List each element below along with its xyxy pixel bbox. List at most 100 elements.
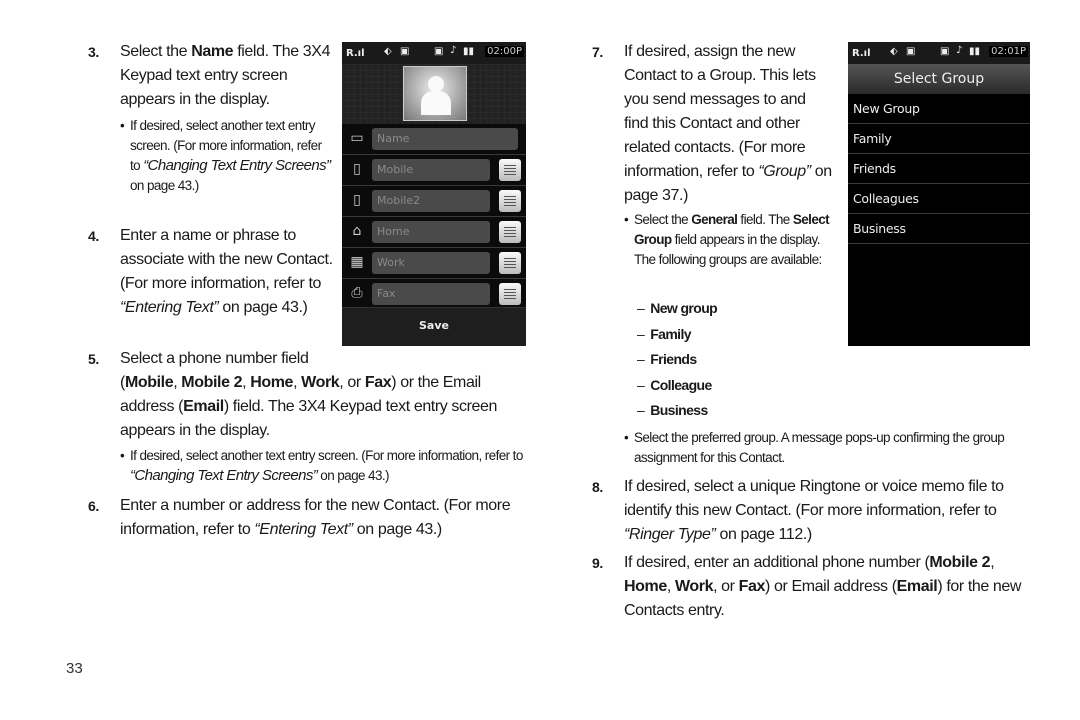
cross-reference-link[interactable]: “Group” [758, 163, 811, 180]
contact-field-input[interactable]: Home [372, 221, 490, 243]
page-number: 33 [66, 660, 83, 677]
field-name: Work [674, 578, 714, 595]
group-menu-item[interactable]: Friends [848, 154, 1030, 184]
group-option: – Family [637, 322, 717, 348]
field-type-menu-button[interactable] [499, 190, 521, 212]
step-number: 3. [88, 44, 99, 60]
field-name: Email [896, 578, 938, 595]
field-name: Home [624, 578, 667, 595]
group-menu: New Group Family Friends Colleagues Business [848, 94, 1030, 244]
step-text: on page 43.) [352, 521, 442, 538]
group-menu-item[interactable]: Colleagues [848, 184, 1030, 214]
field-name: Fax [364, 374, 392, 391]
battery-icon: ▮▮ [969, 46, 981, 57]
bullet-text: on page 43.) [130, 178, 199, 193]
field-type-menu-button[interactable] [499, 159, 521, 181]
status-bar: R.ıl ⬖ ▣ ▣ ♪ ▮▮ 02:01P [848, 42, 1030, 64]
step-number: 9. [592, 555, 603, 571]
field-type-menu-button[interactable] [499, 252, 521, 274]
work-building-icon: ▦ [350, 254, 364, 270]
field-name: Name [191, 43, 234, 60]
step-7: 7. If desired, assign the new Contact to… [592, 40, 832, 208]
group-option-label: Colleague [650, 376, 712, 393]
contact-field-row: ⌂ Home [342, 217, 526, 248]
contact-field-row: ▦ Work [342, 248, 526, 279]
cross-reference-link[interactable]: “Entering Text” [120, 299, 219, 316]
sync-icon: ⬖ [384, 46, 392, 57]
cross-reference-link[interactable]: “Entering Text” [254, 521, 353, 538]
signal-icon: R.ıl [852, 47, 871, 59]
dash-icon: – [637, 402, 645, 418]
step-3: 3. Select the Name field. The 3X4 Keypad… [88, 40, 333, 112]
step-text: on page 43.) [218, 299, 308, 316]
step-text: Select the [120, 43, 192, 60]
contact-field-input[interactable]: Mobile2 [372, 190, 490, 212]
step-text: If desired, assign the new Contact to a … [624, 43, 816, 180]
status-bar: R.ıl ⬖ ▣ ▣ ♪ ▮▮ 02:00P [342, 42, 526, 64]
contact-field-input[interactable]: Name [372, 128, 518, 150]
sync-icon: ⬖ [890, 46, 898, 57]
phone-screenshot-select-group: R.ıl ⬖ ▣ ▣ ♪ ▮▮ 02:01P Select Group New … [848, 42, 1030, 346]
signal-icon: R.ıl [346, 47, 365, 59]
step-text: If desired, enter an additional phone nu… [624, 554, 930, 571]
bullet-icon: • [624, 430, 629, 445]
field-name: General [691, 212, 738, 227]
group-option-label: Family [650, 325, 691, 342]
field-name: Email [183, 398, 224, 415]
field-type-menu-button[interactable] [499, 221, 521, 243]
bullet-text: If desired, select another text entry sc… [130, 448, 523, 463]
field-name: Fax [738, 578, 766, 595]
contact-status-icon: ▣ [434, 46, 444, 57]
bullet-text: Select the preferred group. A message po… [634, 430, 1005, 465]
fax-icon: ⎙ [351, 285, 363, 301]
contact-field-input[interactable]: Mobile [372, 159, 490, 181]
contact-field-input[interactable]: Fax [372, 283, 490, 305]
bullet-icon: • [624, 212, 629, 227]
field-name: Mobile 2 [181, 374, 243, 391]
cross-reference-link[interactable]: “Ringer Type” [624, 526, 716, 543]
field-name: Home [250, 374, 294, 391]
field-type-menu-button[interactable] [499, 283, 521, 305]
group-options-list: – New group – Family – Friends – Colleague – Busi… [637, 296, 718, 424]
music-note-icon: ♪ [450, 45, 457, 56]
bullet-text: field. The [737, 212, 793, 227]
group-menu-item[interactable]: Business [848, 214, 1030, 244]
cross-reference-link[interactable]: “Changing Text Entry Screens” [143, 157, 331, 174]
contact-field-row: ⎙ Fax [342, 279, 526, 310]
step-number: 8. [592, 479, 603, 495]
contact-field-row: ▯ Mobile [342, 155, 526, 186]
step-number: 6. [88, 498, 99, 514]
mobile-icon: ▯ [353, 161, 361, 177]
bullet-text: on page 43.) [317, 468, 389, 483]
step-text: If desired, select a unique Ringtone or … [624, 478, 1004, 519]
mobile-icon: ▯ [353, 192, 361, 208]
step-7-bullet: • Select the General field. The Select G… [624, 210, 834, 270]
step-3-bullet: • If desired, select another text entry … [120, 116, 332, 196]
group-menu-item[interactable]: Family [848, 124, 1030, 154]
step-5: 5. Select a phone number field (Mobile, M… [88, 347, 528, 443]
battery-icon: ▮▮ [463, 46, 475, 57]
home-icon: ⌂ [352, 223, 362, 239]
dash-icon: – [637, 325, 645, 342]
step-text: ) field. The 3X4 Keypad text entry scree… [120, 398, 498, 439]
person-head-icon [428, 76, 444, 92]
step-number: 7. [592, 44, 603, 60]
step-9: 9. If desired, enter an additional phone… [592, 551, 1032, 623]
step-6: 6. Enter a number or address for the new… [88, 494, 528, 542]
contact-photo-placeholder[interactable] [403, 66, 467, 121]
contact-card-icon: ▭ [350, 130, 364, 146]
phone-screenshot-new-contact: R.ıl ⬖ ▣ ▣ ♪ ▮▮ 02:00P ▭ Name ▯ Mobile ▯ Mobi… [342, 42, 526, 346]
person-body-icon [421, 91, 451, 115]
group-menu-item[interactable]: New Group [848, 94, 1030, 124]
contact-status-icon: ▣ [940, 46, 950, 57]
memory-card-icon: ▣ [906, 46, 916, 57]
clock: 02:01P [989, 46, 1028, 57]
step-text: on page 112.) [715, 526, 812, 543]
contact-field-input[interactable]: Work [372, 252, 490, 274]
step-8: 8. If desired, select a unique Ringtone … [592, 475, 1032, 547]
step-number: 4. [88, 228, 99, 244]
field-name: Mobile 2 [929, 554, 991, 571]
field-name: Work [301, 374, 340, 391]
cross-reference-link[interactable]: “Changing Text Entry Screens” [130, 467, 318, 484]
save-button[interactable]: Save [342, 307, 526, 346]
